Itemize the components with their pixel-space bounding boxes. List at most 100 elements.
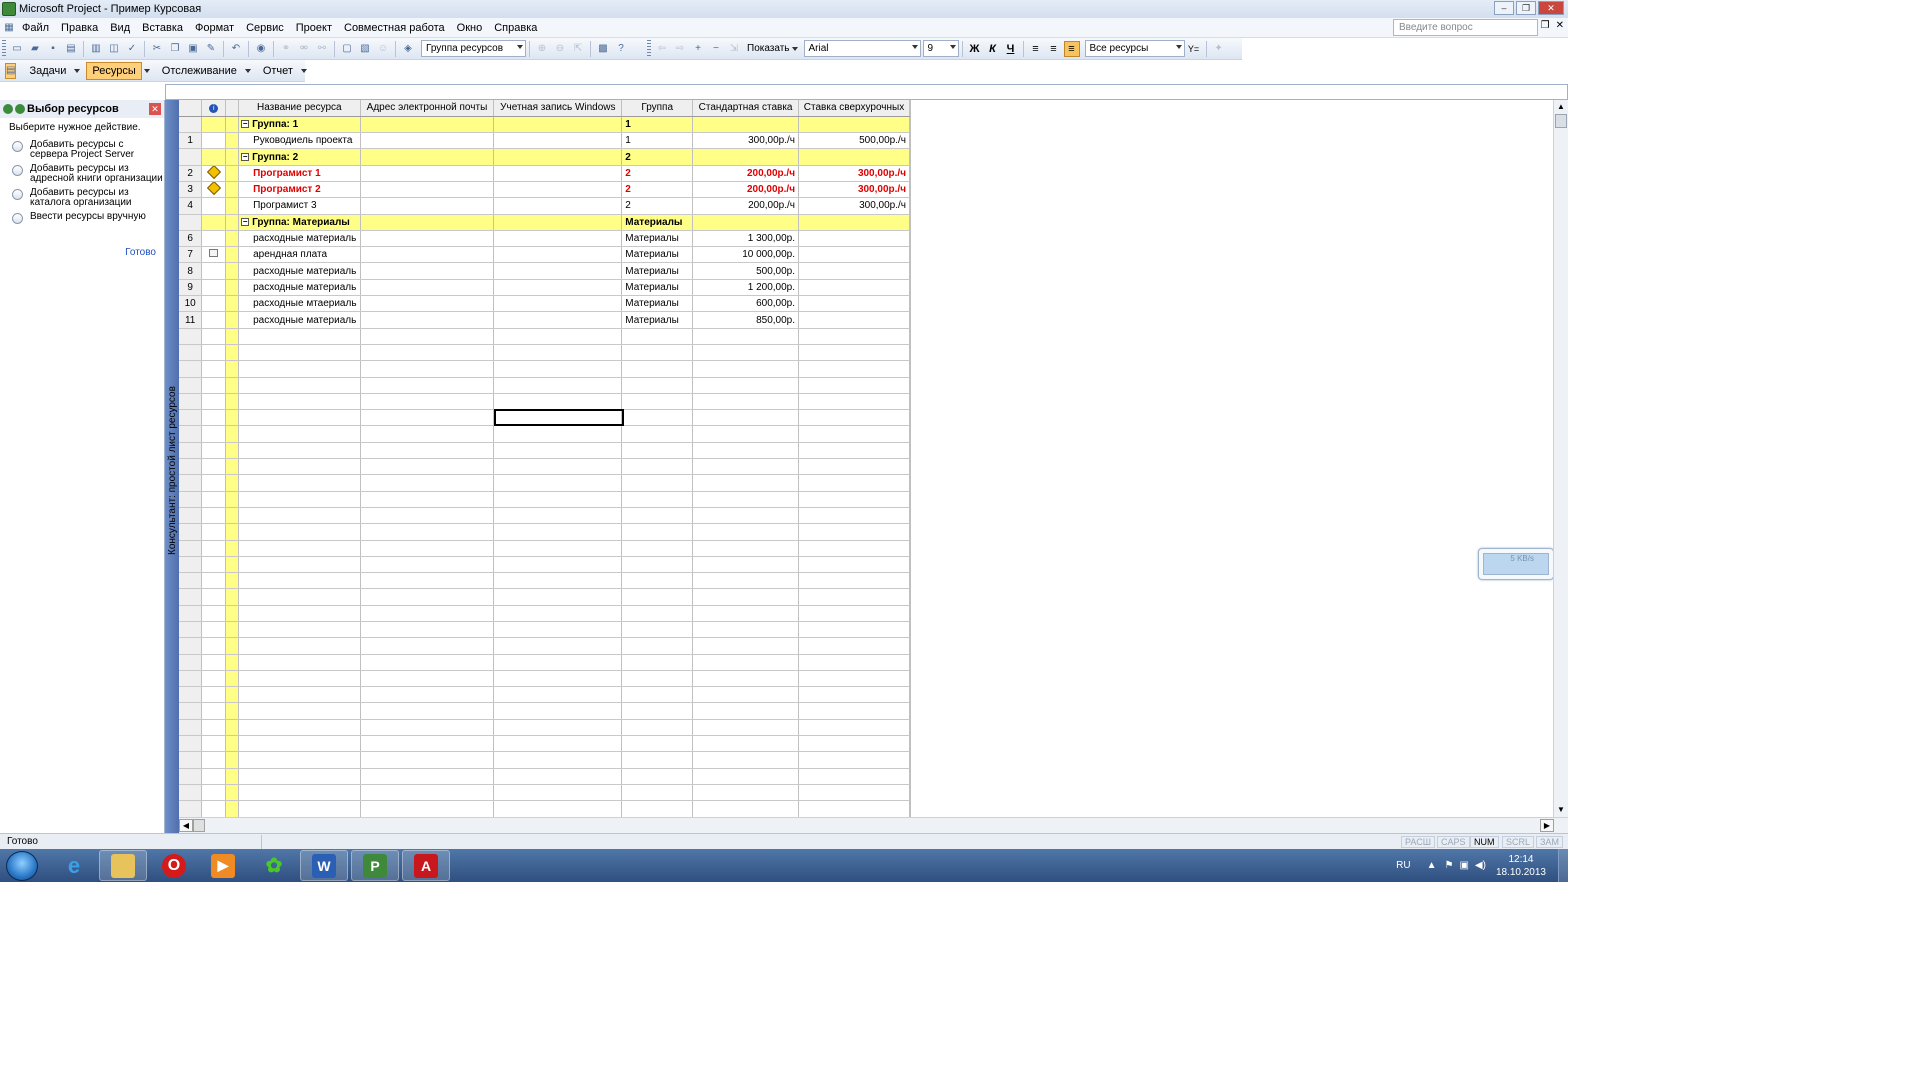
empty-cell[interactable]	[493, 556, 623, 574]
taskbar-opera[interactable]: O	[150, 850, 198, 881]
empty-cell[interactable]	[179, 556, 203, 574]
column-header-email[interactable]: Адрес электронной почты	[360, 100, 495, 117]
row-id[interactable]: 1	[179, 132, 203, 150]
std-rate-cell[interactable]: 200,00р./ч	[692, 165, 800, 182]
empty-cell[interactable]	[201, 621, 227, 639]
windows-account-cell[interactable]	[493, 279, 623, 297]
empty-cell[interactable]	[692, 328, 800, 345]
empty-row[interactable]	[179, 344, 910, 362]
table-row[interactable]: 7 арендная плата Материалы 10 000,00р.	[179, 246, 910, 264]
row-id[interactable]: 8	[179, 262, 203, 280]
empty-cell[interactable]	[493, 458, 623, 476]
empty-cell[interactable]	[493, 686, 623, 704]
email-cell[interactable]	[360, 197, 495, 215]
std-rate-cell[interactable]: 1 200,00р.	[692, 279, 800, 297]
empty-cell[interactable]	[201, 328, 227, 345]
empty-cell[interactable]	[621, 751, 694, 769]
empty-cell[interactable]	[692, 637, 800, 655]
windows-account-cell[interactable]	[493, 230, 623, 248]
empty-cell[interactable]	[692, 605, 800, 623]
empty-row[interactable]	[179, 637, 910, 655]
email-cell[interactable]	[360, 279, 495, 297]
empty-cell[interactable]	[179, 784, 203, 802]
row-id[interactable]: 7	[179, 246, 203, 264]
publish-all-icon[interactable]: ◈	[400, 41, 416, 57]
std-rate-cell[interactable]: 600,00р.	[692, 295, 800, 313]
horizontal-scroll-thumb[interactable]	[193, 819, 205, 832]
empty-cell[interactable]	[179, 491, 203, 508]
empty-cell[interactable]	[360, 621, 495, 639]
menu-file[interactable]: Файл	[18, 22, 55, 34]
empty-cell[interactable]	[360, 751, 495, 769]
active-cell[interactable]	[494, 409, 624, 426]
notes-icon[interactable]: ▧	[357, 41, 373, 57]
table-row[interactable]: 1 Руководиель проекта 1 300,00р./ч 500,00р./…	[179, 132, 910, 150]
table-row[interactable]: 3 Програмист 2 2 200,00р./ч 300,00р./ч	[179, 181, 910, 199]
empty-cell[interactable]	[179, 344, 203, 362]
empty-cell[interactable]	[621, 605, 694, 623]
collapse-icon[interactable]: −	[241, 152, 250, 161]
empty-cell[interactable]	[201, 458, 227, 476]
empty-cell[interactable]	[798, 588, 910, 606]
empty-cell[interactable]	[179, 654, 203, 671]
empty-cell[interactable]	[179, 588, 203, 606]
table-row[interactable]: 11 расходные материаль Материалы 850,00р.	[179, 311, 910, 329]
menu-project[interactable]: Проект	[290, 22, 338, 34]
empty-cell[interactable]	[201, 654, 227, 671]
empty-cell[interactable]	[798, 540, 910, 557]
select-all-cell[interactable]	[179, 100, 203, 117]
empty-cell[interactable]	[201, 425, 227, 443]
overallocation-warning-icon[interactable]	[206, 165, 221, 179]
group-cell[interactable]: Материалы	[621, 214, 694, 231]
empty-row[interactable]	[179, 540, 910, 557]
empty-cell[interactable]	[179, 605, 203, 623]
taskbar-word[interactable]: W	[300, 850, 348, 881]
empty-cell[interactable]	[692, 377, 800, 394]
empty-cell[interactable]	[493, 344, 623, 362]
empty-cell[interactable]	[360, 800, 495, 817]
copy-picture-icon[interactable]: ▩	[595, 41, 611, 57]
scroll-right-icon[interactable]: ▶	[1540, 819, 1554, 832]
empty-cell[interactable]	[798, 768, 910, 785]
empty-row[interactable]	[179, 572, 910, 590]
help-question-input[interactable]: Введите вопрос	[1393, 19, 1538, 36]
empty-cell[interactable]	[692, 768, 800, 785]
group-cell[interactable]: 1	[621, 132, 694, 150]
empty-cell[interactable]	[179, 377, 203, 394]
empty-cell[interactable]	[798, 523, 910, 541]
empty-cell[interactable]	[238, 442, 361, 460]
empty-cell[interactable]	[360, 719, 495, 737]
email-cell[interactable]	[360, 262, 495, 280]
empty-cell[interactable]	[621, 507, 694, 525]
document-icon[interactable]: ▦	[1, 20, 17, 36]
empty-cell[interactable]	[201, 768, 227, 785]
font-combo[interactable]: Arial	[803, 40, 921, 57]
undo-icon[interactable]: ↶	[228, 41, 244, 57]
empty-cell[interactable]	[692, 540, 800, 557]
gantt-wizard-icon[interactable]: ✦	[1211, 41, 1227, 57]
empty-cell[interactable]	[238, 328, 361, 345]
empty-cell[interactable]	[621, 409, 694, 427]
align-center-icon[interactable]: ≡	[1046, 41, 1062, 57]
empty-cell[interactable]	[621, 800, 694, 817]
horizontal-scrollbar[interactable]: ◀ ▶	[179, 817, 1568, 833]
row-id[interactable]	[179, 116, 203, 134]
empty-cell[interactable]	[798, 393, 910, 411]
windows-account-cell[interactable]	[493, 116, 623, 134]
empty-cell[interactable]	[360, 328, 495, 345]
empty-cell[interactable]	[238, 751, 361, 769]
table-row[interactable]: 2 Програмист 1 2 200,00р./ч 300,00р./ч	[179, 165, 910, 182]
empty-cell[interactable]	[621, 425, 694, 443]
std-rate-cell[interactable]	[692, 116, 800, 134]
windows-account-cell[interactable]	[493, 311, 623, 329]
taskbar-file-explorer[interactable]	[99, 850, 147, 881]
empty-cell[interactable]	[493, 702, 623, 720]
empty-cell[interactable]	[201, 344, 227, 362]
empty-cell[interactable]	[621, 719, 694, 737]
email-cell[interactable]	[360, 132, 495, 150]
empty-cell[interactable]	[692, 702, 800, 720]
cut-icon[interactable]: ✂	[149, 41, 165, 57]
paste-icon[interactable]: ▣	[185, 41, 201, 57]
empty-cell[interactable]	[179, 637, 203, 655]
empty-cell[interactable]	[798, 474, 910, 492]
